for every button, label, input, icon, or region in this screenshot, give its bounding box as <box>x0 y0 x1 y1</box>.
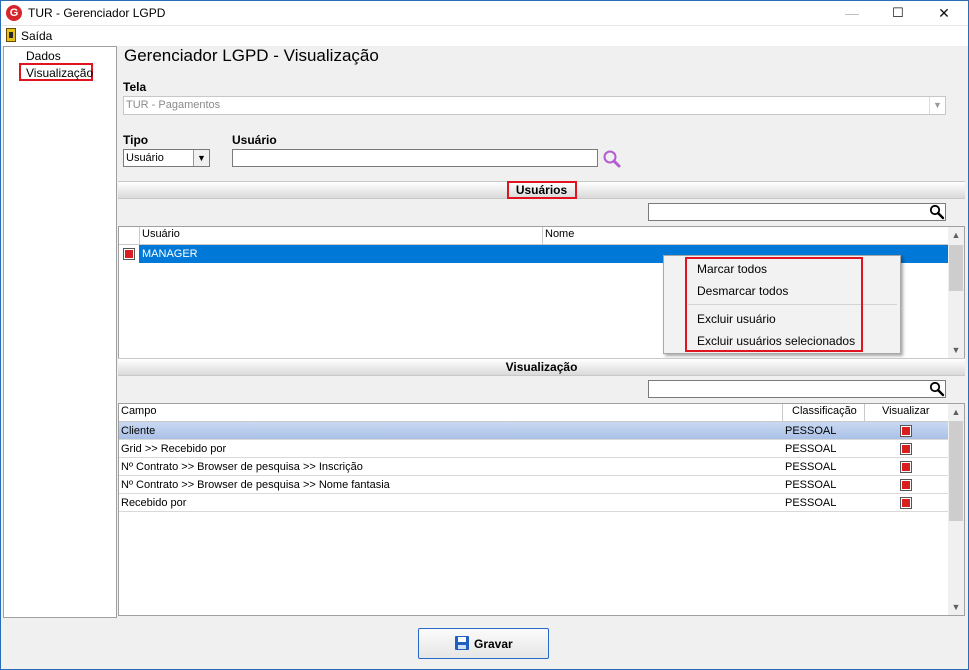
campo-cell: Nº Contrato >> Browser de pesquisa >> In… <box>121 461 363 473</box>
visualizacao-section-title: Visualização <box>505 360 578 374</box>
visualizar-checkbox[interactable] <box>900 443 912 455</box>
search-icon[interactable] <box>929 204 945 220</box>
tela-select-value: TUR - Pagamentos <box>126 99 221 111</box>
scroll-thumb[interactable] <box>949 245 963 291</box>
dropdown-arrow-icon[interactable]: ▼ <box>193 150 209 166</box>
usuarios-grid-header <box>119 227 948 245</box>
tela-select[interactable] <box>123 96 946 115</box>
scroll-down-icon[interactable]: ▼ <box>948 599 964 615</box>
visualizar-checkbox[interactable] <box>900 497 912 509</box>
column-header-usuario[interactable]: Usuário <box>142 228 180 240</box>
dropdown-arrow-icon[interactable]: ▼ <box>929 97 945 114</box>
classificacao-cell: PESSOAL <box>785 443 837 455</box>
navigation-tree <box>3 46 117 618</box>
usuario-label: Usuário <box>232 133 277 147</box>
usuario-input[interactable] <box>232 149 598 167</box>
column-header-campo[interactable]: Campo <box>121 405 156 417</box>
minimize-button[interactable]: — <box>829 0 875 26</box>
scroll-thumb[interactable] <box>949 421 963 521</box>
usuarios-filter-input[interactable] <box>648 203 946 221</box>
app-logo-icon: G <box>6 5 22 21</box>
tree-item-dados[interactable]: Dados <box>26 49 61 63</box>
column-header-visualizar[interactable]: Visualizar <box>882 405 930 417</box>
usuario-cell: MANAGER <box>142 248 198 260</box>
campo-cell: Nº Contrato >> Browser de pesquisa >> No… <box>121 479 390 491</box>
visualizacao-filter-input[interactable] <box>648 380 946 398</box>
visualizar-checkbox[interactable] <box>900 425 912 437</box>
tree-item-visualizacao[interactable]: Visualização <box>26 66 93 80</box>
menu-bar <box>0 26 969 46</box>
campo-cell: Grid >> Recebido por <box>121 443 227 455</box>
classificacao-cell: PESSOAL <box>785 479 837 491</box>
page-title: Gerenciador LGPD - Visualização <box>124 46 379 65</box>
classificacao-cell: PESSOAL <box>785 497 837 509</box>
column-header-classificacao[interactable]: Classificação <box>792 405 857 417</box>
menu-exit[interactable]: Saída <box>21 29 52 43</box>
tipo-label: Tipo <box>123 133 149 147</box>
visualizar-checkbox[interactable] <box>900 461 912 473</box>
exit-door-icon[interactable] <box>6 28 16 42</box>
classificacao-cell: PESSOAL <box>785 425 837 437</box>
maximize-button[interactable]: ☐ <box>875 0 921 26</box>
floppy-save-icon <box>455 636 469 650</box>
save-button-label: Gravar <box>474 637 513 651</box>
scroll-down-icon[interactable]: ▼ <box>948 342 964 358</box>
classificacao-cell: PESSOAL <box>785 461 837 473</box>
visualizar-checkbox[interactable] <box>900 479 912 491</box>
highlight-box <box>507 181 577 199</box>
highlight-box <box>685 257 863 352</box>
window-title: TUR - Gerenciador LGPD <box>28 6 166 20</box>
search-icon[interactable] <box>929 381 945 397</box>
tela-label: Tela <box>123 80 147 94</box>
campo-cell: Recebido por <box>121 497 187 509</box>
visualizacao-section-header: Visualização <box>118 358 965 376</box>
row-checkbox[interactable] <box>123 248 135 260</box>
close-button[interactable]: ✕ <box>921 0 967 26</box>
tipo-select-value: Usuário <box>126 152 164 164</box>
scroll-up-icon[interactable]: ▲ <box>948 404 964 420</box>
column-header-nome[interactable]: Nome <box>545 228 574 240</box>
scroll-up-icon[interactable]: ▲ <box>948 227 964 243</box>
campo-cell: Cliente <box>121 425 156 437</box>
search-icon[interactable] <box>602 149 622 169</box>
